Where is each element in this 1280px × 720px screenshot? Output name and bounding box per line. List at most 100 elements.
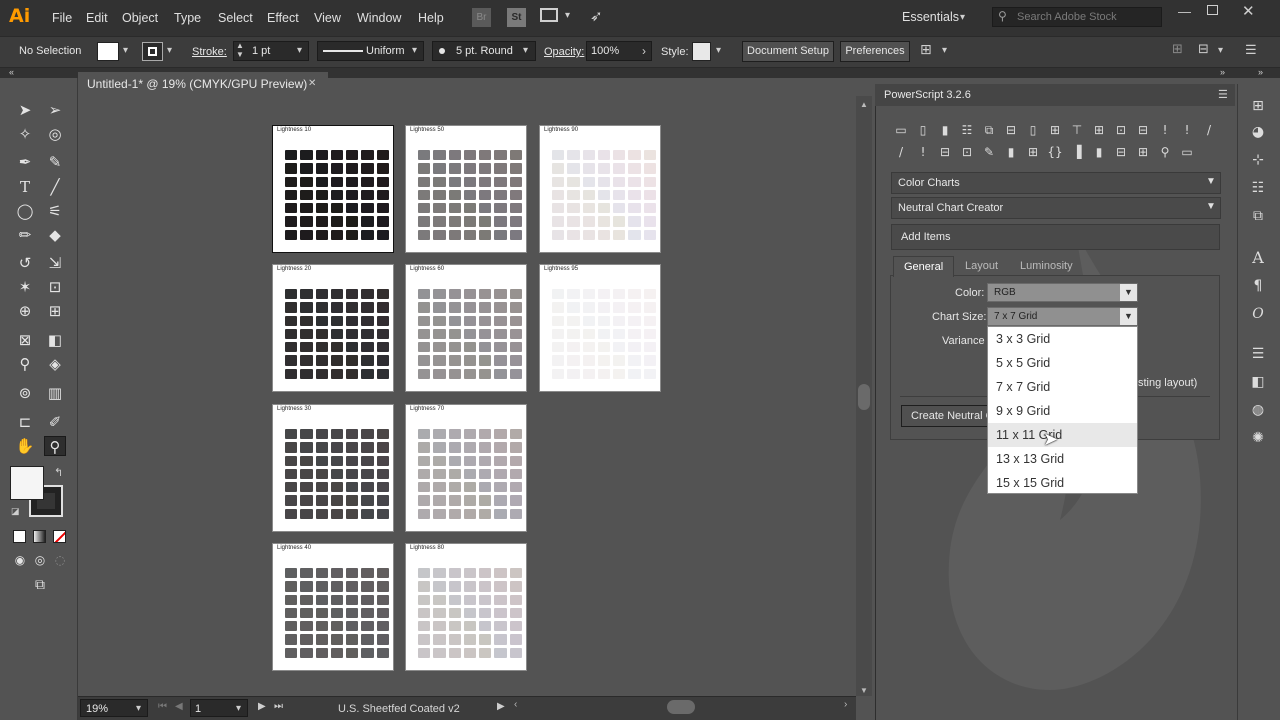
chevron-down-icon[interactable]: ▾ xyxy=(960,12,965,23)
script-tool-icon[interactable]: ǃ xyxy=(1156,121,1174,139)
script-tool-icon[interactable]: ⊟ xyxy=(1002,121,1020,139)
gradient-mode-icon[interactable] xyxy=(33,530,46,543)
last-artboard-icon[interactable]: ⏭ xyxy=(274,701,283,712)
zoom-tool-icon[interactable]: ⚲ xyxy=(44,436,66,456)
paragraph-panel-icon[interactable]: ¶ xyxy=(1248,276,1268,296)
scroll-up-icon[interactable]: ▲ xyxy=(860,100,868,109)
artboard[interactable]: Lightness 10 xyxy=(272,125,394,253)
draw-normal-icon[interactable]: ◉ xyxy=(9,550,31,570)
artboards-panel-icon[interactable]: ⊹ xyxy=(1248,150,1268,170)
eraser-icon[interactable]: ◆ xyxy=(44,225,66,245)
menu-type[interactable]: Type xyxy=(174,11,201,25)
script-select[interactable]: Neutral Chart Creator xyxy=(891,197,1221,219)
close-tab-icon[interactable]: ✕ xyxy=(308,72,316,96)
bridge-button[interactable]: Br xyxy=(472,8,491,27)
script-tool-icon[interactable]: ⊟ xyxy=(1112,143,1130,161)
chevron-down-icon[interactable]: ▼ xyxy=(1206,176,1216,187)
script-tool-icon[interactable]: ▮ xyxy=(936,121,954,139)
script-tool-icon[interactable]: ⊟ xyxy=(936,143,954,161)
close-icon[interactable]: ✕ xyxy=(1242,2,1255,20)
chevron-down-icon[interactable]: ▼ xyxy=(1206,201,1216,212)
minimize-icon[interactable]: — xyxy=(1178,4,1191,19)
chart-size-option[interactable]: 15 x 15 Grid xyxy=(988,471,1137,495)
chevron-down-icon[interactable]: ▾ xyxy=(1218,45,1223,56)
script-tool-icon[interactable]: ⊞ xyxy=(1134,143,1152,161)
chevron-down-icon[interactable]: ▼ xyxy=(1120,284,1137,301)
collapse-right-icon[interactable]: » xyxy=(1220,67,1225,77)
stroke-label[interactable]: Stroke: xyxy=(192,46,227,58)
next-artboard-icon[interactable]: ▶ xyxy=(258,701,266,712)
chevron-down-icon[interactable]: ▾ xyxy=(565,10,570,21)
stepper-icon[interactable]: ▲ ▼ xyxy=(236,41,244,59)
ellipse-tool-icon[interactable]: ◯ xyxy=(14,201,36,221)
shape-builder-icon[interactable]: ⊕ xyxy=(14,301,36,321)
opentype-panel-icon[interactable]: O xyxy=(1248,304,1268,324)
script-tool-icon[interactable]: ⊡ xyxy=(958,143,976,161)
workspace-switcher[interactable]: Essentials xyxy=(902,10,959,24)
draw-inside-icon[interactable]: ◌ xyxy=(49,550,71,570)
previous-artboard-icon[interactable]: ◀ xyxy=(175,701,183,712)
pencil-icon[interactable]: ✏ xyxy=(14,225,36,245)
collapse-left-icon[interactable]: « xyxy=(9,67,14,77)
menu-object[interactable]: Object xyxy=(122,11,158,25)
preferences-button[interactable]: Preferences xyxy=(840,41,910,62)
lasso-icon[interactable]: ◎ xyxy=(44,124,66,144)
chart-size-option[interactable]: 13 x 13 Grid xyxy=(988,447,1137,471)
menu-select[interactable]: Select xyxy=(218,11,253,25)
panel-menu-icon[interactable]: ☰ xyxy=(1218,88,1228,101)
magic-wand-icon[interactable]: ✧ xyxy=(14,124,36,144)
first-artboard-icon[interactable]: ⏮ xyxy=(158,701,167,712)
chevron-down-icon[interactable]: ▾ xyxy=(942,45,947,56)
script-tool-icon[interactable]: ▐ xyxy=(1068,143,1086,161)
color-panel-icon[interactable]: ◕ xyxy=(1248,122,1268,142)
chevron-down-icon[interactable]: ▾ xyxy=(523,45,528,56)
script-tool-icon[interactable]: / xyxy=(1200,121,1218,139)
artboard[interactable]: Lightness 20 xyxy=(272,264,394,392)
document-setup-button[interactable]: Document Setup xyxy=(742,41,834,62)
script-tool-icon[interactable]: ⧉ xyxy=(980,121,998,139)
puppet-warp-icon[interactable]: ✶ xyxy=(14,277,36,297)
document-tab[interactable]: Untitled-1* @ 19% (CMYK/GPU Preview) ✕ xyxy=(78,72,328,96)
fill-swatch[interactable] xyxy=(97,42,119,61)
free-transform-icon[interactable]: ⊡ xyxy=(44,277,66,297)
chart-size-option[interactable]: 9 x 9 Grid xyxy=(988,399,1137,423)
artboard[interactable]: Lightness 50 xyxy=(405,125,527,253)
chevron-down-icon[interactable]: ▼ xyxy=(1120,308,1137,325)
arrange-icon[interactable]: ⊞ xyxy=(920,42,932,58)
mesh-tool-icon[interactable]: ⊠ xyxy=(14,330,36,350)
add-items-button[interactable]: Add Items xyxy=(891,224,1220,250)
paintbrush-icon[interactable]: ⚟ xyxy=(44,201,66,221)
chart-size-option[interactable]: 5 x 5 Grid xyxy=(988,351,1137,375)
artboard[interactable]: Lightness 60 xyxy=(405,264,527,392)
layers-panel-icon[interactable]: ⧉ xyxy=(1248,206,1268,226)
gradient-tool-icon[interactable]: ◧ xyxy=(44,330,66,350)
script-tool-icon[interactable]: ⊞ xyxy=(1090,121,1108,139)
symbols-panel-icon[interactable]: ✺ xyxy=(1248,428,1268,448)
script-tool-icon[interactable]: ⊞ xyxy=(1024,143,1042,161)
draw-behind-icon[interactable]: ◎ xyxy=(29,550,51,570)
graphic-style-swatch[interactable] xyxy=(692,42,711,61)
tab-general[interactable]: General xyxy=(893,256,955,277)
horizontal-scroll-thumb[interactable] xyxy=(667,700,695,714)
script-tool-icon[interactable]: ⊤ xyxy=(1068,121,1086,139)
script-tool-icon[interactable]: ☷ xyxy=(958,121,976,139)
script-tool-icon[interactable]: ▮ xyxy=(1090,143,1108,161)
artboard-tool-icon[interactable]: ⊏ xyxy=(14,412,36,432)
line-tool-icon[interactable]: ╱ xyxy=(44,177,66,197)
script-tool-icon[interactable]: ▯ xyxy=(914,121,932,139)
type-tool-icon[interactable]: T xyxy=(14,177,36,197)
stock-button[interactable]: St xyxy=(507,8,526,27)
transform-icon[interactable]: ⊟ xyxy=(1198,42,1209,57)
slice-tool-icon[interactable]: ✐ xyxy=(44,412,66,432)
artboard[interactable]: Lightness 30 xyxy=(272,404,394,532)
chevron-down-icon[interactable]: ▾ xyxy=(412,45,417,56)
chevron-down-icon[interactable]: ▾ xyxy=(716,45,721,56)
fill-color-box[interactable] xyxy=(10,466,44,500)
artboard[interactable]: Lightness 40 xyxy=(272,543,394,671)
category-select[interactable]: Color Charts xyxy=(891,172,1221,194)
screen-mode-icon[interactable]: ⧉ xyxy=(29,575,51,595)
scroll-right-icon[interactable]: › xyxy=(844,699,847,710)
artboard[interactable]: Lightness 70 xyxy=(405,404,527,532)
menu-file[interactable]: File xyxy=(52,11,72,25)
artboard[interactable]: Lightness 90 xyxy=(539,125,661,253)
